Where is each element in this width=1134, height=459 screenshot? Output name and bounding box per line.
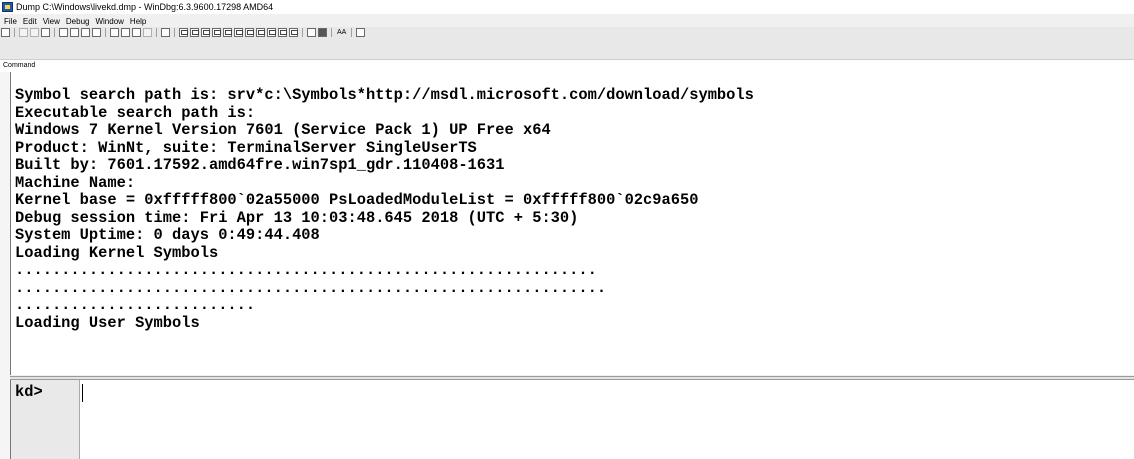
disassembly-window-icon[interactable] (245, 28, 254, 37)
paste-icon[interactable] (41, 28, 50, 37)
toolbar: AA (0, 27, 1134, 60)
windbg-app-icon (2, 2, 13, 12)
toolbar-separator (302, 28, 303, 37)
panel-left-edge (0, 72, 10, 459)
options-icon[interactable] (289, 28, 298, 37)
grid-icon[interactable] (318, 28, 327, 37)
insert-breakpoint-icon[interactable] (132, 28, 141, 37)
step-out-icon[interactable] (81, 28, 90, 37)
title-bar: Dump C:\Windows\livekd.dmp - WinDbg:6.3.… (0, 0, 1134, 14)
font-button[interactable]: AA (337, 28, 346, 37)
text-caret (82, 384, 83, 402)
kd-prompt: kd> (15, 383, 43, 401)
help-icon[interactable] (356, 28, 366, 37)
watch-window-icon[interactable] (190, 28, 199, 37)
output-line: ........................................… (15, 261, 597, 279)
toolbar-separator (105, 28, 106, 37)
scratch-pad-icon[interactable] (256, 28, 265, 37)
open-icon[interactable] (1, 28, 10, 37)
output-line: Built by: 7601.17592.amd64fre.win7sp1_gd… (15, 156, 505, 174)
command-panel-label: Command (0, 60, 1134, 72)
menu-help[interactable]: Help (127, 17, 149, 26)
output-line: System Uptime: 0 days 0:49:44.408 (15, 226, 320, 244)
output-line: Debug session time: Fri Apr 13 10:03:48.… (15, 208, 579, 227)
locals-window-icon[interactable] (201, 28, 210, 37)
menu-edit[interactable]: Edit (20, 17, 40, 26)
output-line: Machine Name: (15, 173, 136, 192)
breakpoint-icon[interactable] (121, 28, 130, 37)
toolbar-separator (174, 28, 175, 37)
memory-window-icon[interactable] (223, 28, 232, 37)
step-over-icon[interactable] (70, 28, 79, 37)
step-into-icon[interactable] (59, 28, 68, 37)
prompt-area: kd> (10, 380, 80, 459)
menu-bar: File Edit View Debug Window Help (0, 15, 1134, 27)
source-window-icon[interactable] (278, 28, 287, 37)
run-to-cursor-icon[interactable] (92, 28, 101, 37)
source-mode-icon[interactable] (110, 28, 119, 37)
toolbar-separator (54, 28, 55, 37)
menu-window[interactable]: Window (92, 17, 126, 26)
toolbar-separator (156, 28, 157, 37)
command-output[interactable]: Symbol search path is: srv*c:\Symbols*ht… (10, 72, 1134, 375)
processes-threads-icon[interactable] (267, 28, 276, 37)
output-line: Loading User Symbols (15, 313, 200, 332)
command-window-icon[interactable] (179, 28, 188, 37)
toolbar-separator (351, 28, 353, 37)
output-line: Kernel base = 0xfffff800`02a55000 PsLoad… (15, 191, 699, 209)
output-line: Windows 7 Kernel Version 7601 (Service P… (15, 121, 551, 139)
output-line: Executable search path is: (15, 103, 256, 122)
menu-file[interactable]: File (0, 17, 20, 26)
windbg-window: Dump C:\Windows\livekd.dmp - WinDbg:6.3.… (0, 0, 1134, 459)
menu-debug[interactable]: Debug (63, 17, 93, 26)
menu-view[interactable]: View (40, 17, 63, 26)
output-line: Product: WinNt, suite: TerminalServer Si… (15, 138, 477, 157)
window-title: Dump C:\Windows\livekd.dmp - WinDbg:6.3.… (16, 2, 274, 12)
toolbar-separator (331, 28, 332, 37)
registers-window-icon[interactable] (212, 28, 221, 37)
call-stack-window-icon[interactable] (234, 28, 243, 37)
output-line: .......................... (15, 296, 256, 314)
cut-icon[interactable] (19, 28, 28, 37)
copy-icon[interactable] (30, 28, 39, 37)
source-mode-toggle-icon[interactable] (307, 28, 316, 37)
clear-breakpoint-icon[interactable] (143, 28, 152, 37)
output-line: ........................................… (15, 278, 607, 297)
output-line: Symbol search path is: srv*c:\Symbols*ht… (15, 86, 754, 104)
command-input[interactable] (80, 380, 1134, 459)
hand-icon[interactable] (161, 28, 170, 37)
toolbar-separator (14, 28, 15, 37)
output-line: Loading Kernel Symbols (15, 243, 219, 262)
